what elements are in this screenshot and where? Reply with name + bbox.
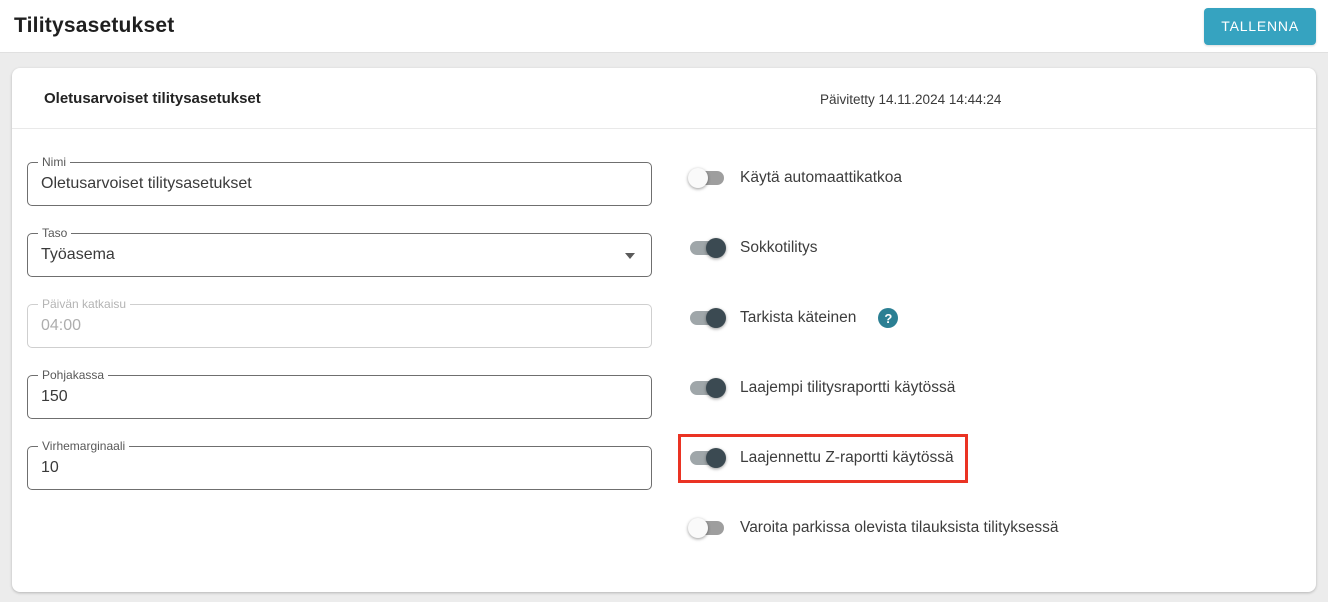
field-paivan-katkaisu: Päivän katkaisu (27, 297, 652, 348)
field-taso[interactable]: Taso Työasema (27, 226, 652, 277)
toggle-thumb (706, 308, 726, 328)
toggle-label: Käytä automaattikatkoa (740, 169, 902, 186)
toggle-switch-laajempi-tilitysraportti[interactable] (688, 377, 726, 399)
field-taso-label: Taso (38, 226, 72, 240)
help-icon[interactable]: ? (878, 308, 899, 328)
toggle-thumb (688, 518, 708, 538)
toggles-column: Käytä automaattikatkoa Sokkotilitys Tark… (688, 157, 1308, 577)
toggle-row-tarkista-kateinen: Tarkista käteinen ? (688, 297, 1308, 339)
form-fields-column: Nimi Taso Työasema Päivän katkaisu Pohja… (27, 155, 652, 517)
updated-timestamp: Päivitetty 14.11.2024 14:44:24 (820, 92, 1002, 107)
toggle-label: Laajempi tilitysraportti käytössä (740, 379, 956, 396)
card-title: Oletusarvoiset tilitysasetukset (44, 89, 261, 107)
field-nimi-label: Nimi (38, 155, 70, 169)
page-title: Tilitysasetukset (14, 14, 175, 37)
field-virhemarginaali: Virhemarginaali (27, 439, 652, 490)
toggle-label: Laajennettu Z-raportti käytössä (740, 449, 954, 466)
toggle-label: Sokkotilitys (740, 239, 818, 256)
field-pohjakassa-label: Pohjakassa (38, 368, 109, 382)
paivan-katkaisu-input (41, 317, 638, 335)
card-header: Oletusarvoiset tilitysasetukset Päivitet… (12, 68, 1316, 129)
toggle-row-laajempi-tilitysraportti: Laajempi tilitysraportti käytössä (688, 367, 1308, 409)
toggle-switch-sokkotilitys[interactable] (688, 237, 726, 259)
toggle-thumb (706, 238, 726, 258)
pohjakassa-input[interactable] (41, 388, 638, 406)
toggle-switch-laajennettu-z-raportti[interactable] (688, 447, 726, 469)
toggle-row-automaattikatko: Käytä automaattikatkoa (688, 157, 1308, 199)
save-button[interactable]: TALLENNA (1204, 7, 1316, 45)
toggle-thumb (688, 168, 708, 188)
toggle-label: Varoita parkissa olevista tilauksista ti… (740, 519, 1059, 536)
field-pohjakassa: Pohjakassa (27, 368, 652, 419)
settings-card: Oletusarvoiset tilitysasetukset Päivitet… (12, 68, 1316, 592)
taso-selected-value: Työasema (41, 246, 115, 263)
nimi-input[interactable] (41, 175, 638, 193)
field-nimi: Nimi (27, 155, 652, 206)
field-virhemarginaali-label: Virhemarginaali (38, 439, 130, 453)
dropdown-caret-icon (625, 253, 635, 259)
toggle-switch-varoita-parkissa[interactable] (688, 517, 726, 539)
toggle-thumb (706, 378, 726, 398)
toggle-switch-automaattikatko[interactable] (688, 167, 726, 189)
toggle-row-varoita-parkissa: Varoita parkissa olevista tilauksista ti… (688, 507, 1308, 549)
toggle-thumb (706, 448, 726, 468)
toggle-label: Tarkista käteinen (740, 309, 857, 326)
toggle-row-laajennettu-z-raportti: Laajennettu Z-raportti käytössä (688, 437, 1308, 479)
field-paivan-katkaisu-label: Päivän katkaisu (38, 297, 131, 311)
toggle-row-sokkotilitys: Sokkotilitys (688, 227, 1308, 269)
virhemarginaali-input[interactable] (41, 459, 638, 477)
top-bar: Tilitysasetukset TALLENNA (0, 0, 1328, 53)
toggle-switch-tarkista-kateinen[interactable] (688, 307, 726, 329)
